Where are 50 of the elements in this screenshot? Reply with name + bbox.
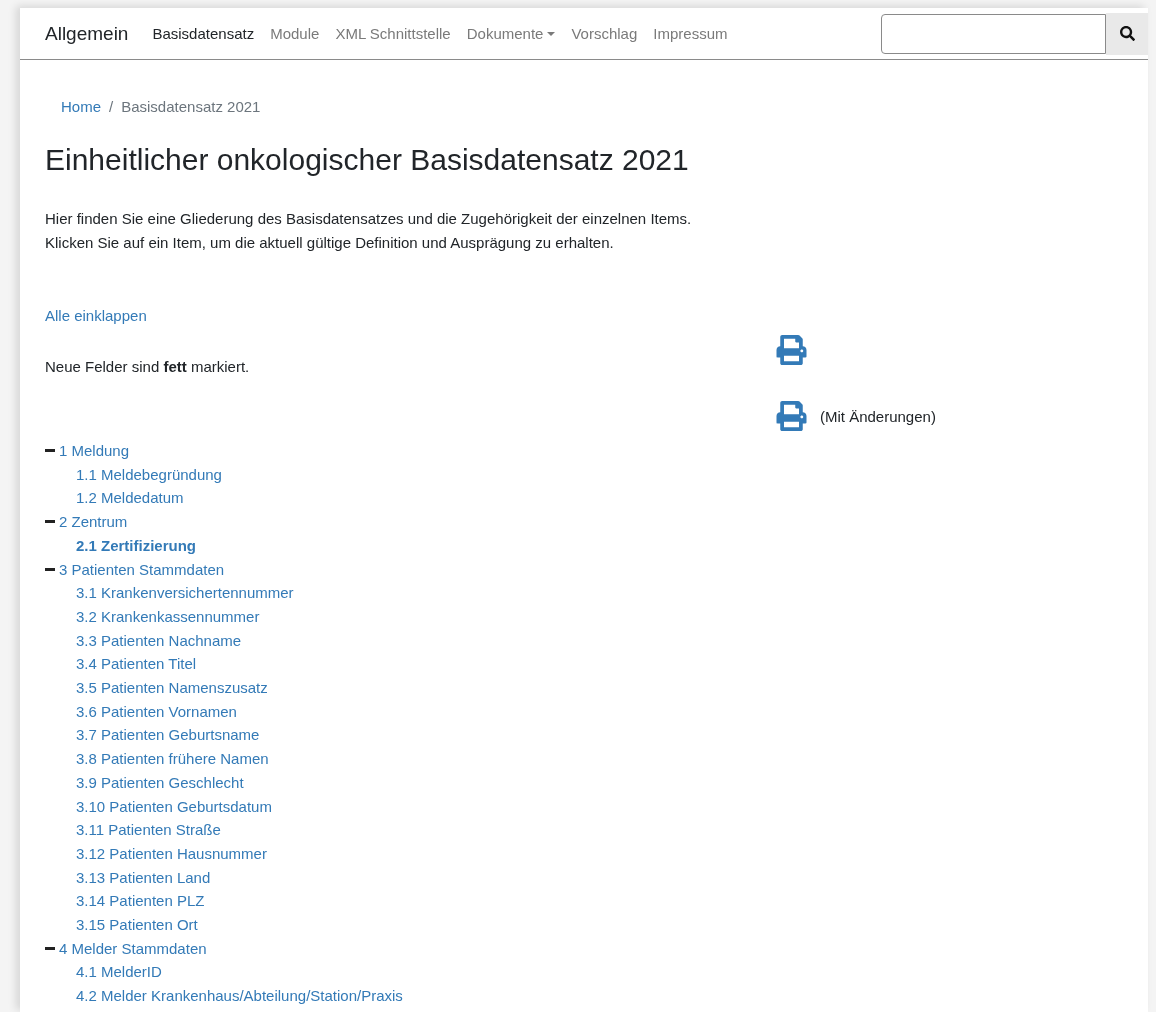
tree-item-link[interactable]: 4.1 MelderID: [76, 960, 162, 985]
tree-item-link[interactable]: 3.13 Patienten Land: [76, 865, 211, 890]
nav-link[interactable]: Basisdatensatz: [152, 25, 255, 42]
tree-item-link[interactable]: 3.11 Patienten Straße: [76, 818, 221, 842]
breadcrumb-separator: /: [109, 98, 114, 115]
collapse-icon[interactable]: [45, 449, 55, 453]
nav-link[interactable]: XML Schnittstelle: [335, 25, 451, 42]
search-icon: [1119, 26, 1135, 41]
breadcrumb-link[interactable]: Home: [61, 98, 101, 115]
collapse-icon[interactable]: [45, 947, 55, 951]
tree-item-link[interactable]: 3.10 Patienten Geburtsdatum: [76, 794, 272, 819]
tree-item-link[interactable]: 3.1 Krankenversichertennummer: [76, 581, 294, 605]
tree-item-link[interactable]: 3.9 Patienten Geschlecht: [76, 770, 244, 795]
navbar-brand[interactable]: Allgemein: [45, 22, 129, 45]
tree-item-link[interactable]: 3.8 Patienten frühere Namen: [76, 747, 269, 771]
search-field[interactable]: [881, 13, 1106, 54]
tree-item-link[interactable]: 3.6 Patienten Vornamen: [76, 699, 237, 724]
tree-item-link[interactable]: 3.15 Patienten Ort: [76, 913, 198, 937]
tree-group-link[interactable]: 4 Melder Stammdaten: [59, 936, 207, 961]
nav-link[interactable]: Vorschlag: [571, 25, 638, 42]
page-title: Einheitlicher onkologischer Basisdatensatz 2021: [45, 143, 690, 177]
tree-group-link[interactable]: 1 Meldung: [59, 439, 130, 463]
tree-group-link[interactable]: 2 Zentrum: [59, 510, 128, 534]
collapse-icon[interactable]: [45, 567, 55, 571]
printer-icon: [775, 335, 808, 365]
collapse-all-link[interactable]: Alle einklappen: [45, 307, 147, 324]
print-link[interactable]: (Mit Änderungen): [775, 401, 936, 431]
collapse-icon[interactable]: [45, 520, 55, 524]
intro-text: Klicken Sie auf ein Item, um die aktuell gültige Definition und Ausprägung zu erhalten.: [45, 233, 615, 253]
tree-item-link[interactable]: 3.12 Patienten Hausnummer: [76, 841, 267, 866]
print-label: (Mit Änderungen): [820, 407, 936, 425]
search-button[interactable]: [1106, 12, 1148, 55]
tree-item-link[interactable]: 3.5 Patienten Namenszusatz: [76, 676, 268, 700]
tree-item-link[interactable]: 4.2 Melder Krankenhaus/Abteilung/Station/Praxis: [76, 984, 403, 1008]
tree-item-link[interactable]: 1.1 Meldebegründung: [76, 462, 222, 487]
nav-link[interactable]: Module: [270, 25, 320, 42]
tree-item-link[interactable]: 1.2 Meldedatum: [76, 486, 184, 511]
tree-item-link[interactable]: 3.14 Patienten PLZ: [76, 889, 205, 914]
tree-item-link[interactable]: 2.1 Zertifizierung: [76, 533, 197, 558]
legend-text: Neue Felder sind fett markiert.: [45, 358, 251, 375]
nav-link[interactable]: Dokumente: [466, 25, 556, 42]
printer-icon: [775, 401, 808, 431]
breadcrumb-current: Basisdatensatz 2021: [121, 98, 261, 115]
tree-item-link[interactable]: 3.7 Patienten Geburtsname: [76, 723, 260, 748]
intro-text: Hier finden Sie eine Gliederung des Basisdatensatzes und die Zugehörigkeit der einzelnen Items.: [45, 209, 693, 229]
tree-item-link[interactable]: 3.3 Patienten Nachname: [76, 628, 242, 653]
tree-item-link[interactable]: 3.2 Krankenkassennummer: [76, 604, 260, 629]
nav-link[interactable]: Impressum: [653, 25, 728, 42]
tree-group-link[interactable]: 3 Patienten Stammdaten: [59, 557, 225, 582]
tree-item-link[interactable]: 3.4 Patienten Titel: [76, 652, 197, 677]
